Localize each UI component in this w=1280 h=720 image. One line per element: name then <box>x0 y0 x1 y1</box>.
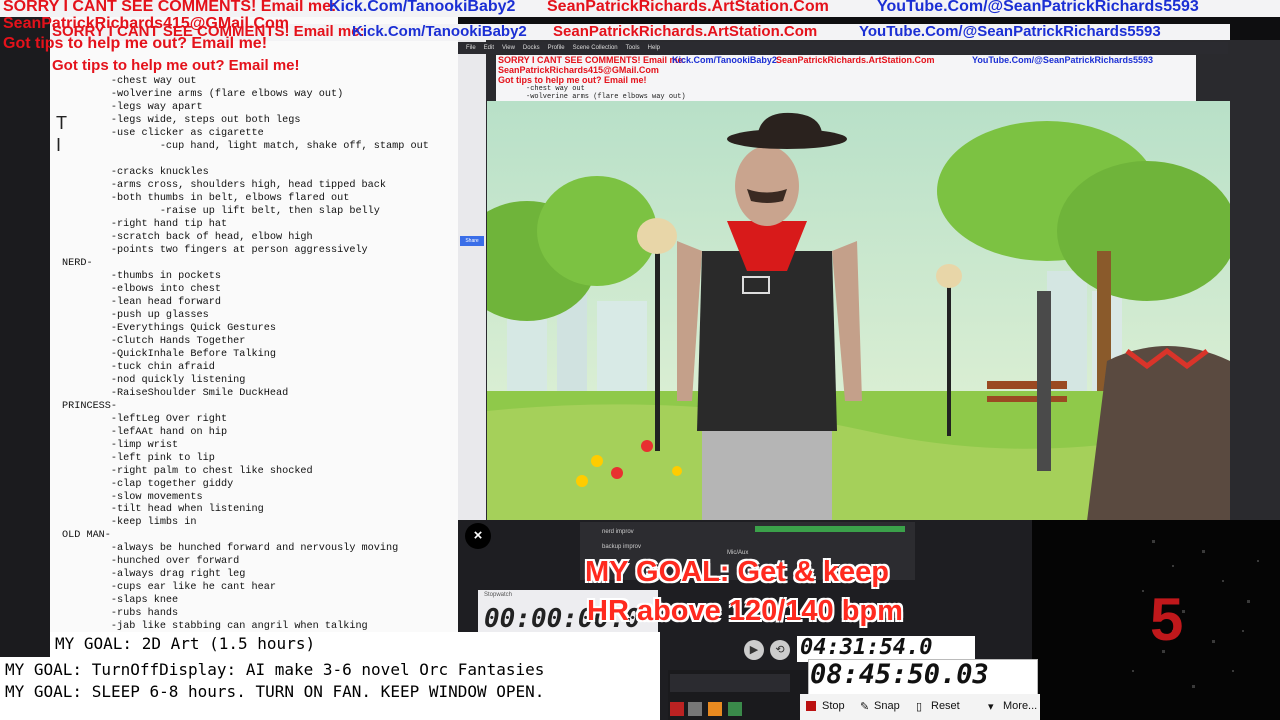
kick-link: Kick.Com/TanookiBaby2 <box>329 0 516 15</box>
source-item-nerd-improv: nerd improv <box>602 529 634 535</box>
goal-sleep: MY GOAL: SLEEP 6-8 hours. TURN ON FAN. K… <box>5 682 545 701</box>
chevron-down-icon: ▾ <box>988 701 994 713</box>
video-scene <box>487 101 1230 521</box>
source-item-backup-improv: backup improv <box>602 544 642 550</box>
email-text: SeanPatrickRichards415@GMail.Com <box>3 15 289 32</box>
nested-obs-menubar: File Edit View Docks Profile Scene Collection… <box>458 42 1228 54</box>
character-notes-text: -chest way out -wolverine arms (flare el… <box>62 76 429 633</box>
stop-icon <box>806 701 816 711</box>
artstation-link: SeanPatrickRichards.ArtStation.Com <box>547 0 829 15</box>
nested-sorry-text: SORRY I CANT SEE COMMENTS! Email me: <box>498 55 686 65</box>
app-icon-1[interactable] <box>670 702 684 716</box>
nested-menu-profile: Profile <box>547 45 565 51</box>
goal-orc-fantasies: MY GOAL: TurnOffDisplay: AI make 3-6 nov… <box>5 660 545 679</box>
restart-icon[interactable]: ⟲ <box>770 640 790 660</box>
nested-tips-text: Got tips to help me out? Email me! <box>498 75 647 85</box>
reset-icon: ▯ <box>916 701 923 713</box>
nested-kick-text: Kick.Com/TanookiBaby2 <box>672 55 777 65</box>
audio-meter <box>755 526 905 532</box>
nested-notes-line1: -chest way out <box>526 85 585 93</box>
sorry-no-comments-text: SORRY I CANT SEE COMMENTS! Email me: <box>3 0 337 15</box>
nested-notes-line2: -wolverine arms (flare elbows way out) <box>526 93 686 101</box>
youtube-link: YouTube.Com/@SeanPatrickRichards5593 <box>877 0 1199 15</box>
elapsed-timer: 04:31:54.0 <box>800 635 933 660</box>
close-button[interactable]: × <box>465 523 491 549</box>
nested-email-text: SeanPatrickRichards415@GMail.Com <box>498 65 659 75</box>
snap-button[interactable]: Snap <box>874 700 900 712</box>
goal-2d-art: MY GOAL: 2D Art (1.5 hours) <box>55 634 316 653</box>
kick-link-repeat: Kick.Com/TanookiBaby2 <box>352 23 527 40</box>
playback-controls[interactable]: ▶ ⟲ <box>744 640 794 662</box>
nested-menu-scene-collection: Scene Collection <box>572 45 618 51</box>
nested-youtube-text: YouTube.Com/@SeanPatrickRichards5593 <box>972 55 1154 65</box>
nested-banner: SORRY I CANT SEE COMMENTS! Email me: Kic… <box>496 55 1196 103</box>
left-dark-strip <box>0 0 50 720</box>
vlc-icon[interactable] <box>708 702 722 716</box>
nested-menu-view: View <box>502 45 515 51</box>
youtube-link-repeat: YouTube.Com/@SeanPatrickRichards5593 <box>859 23 1161 40</box>
tips-text-repeat: Got tips to help me out? Email me! <box>52 57 300 74</box>
capture-control-bar: Stop ✎ Snap ▯ Reset ▾ More... <box>800 694 1040 720</box>
reset-button[interactable]: Reset <box>931 700 960 712</box>
tips-text: Got tips to help me out? Email me! <box>3 35 268 52</box>
nested-menu-tools: Tools <box>625 45 640 51</box>
goals-left-strip <box>0 632 50 657</box>
app-icon-4[interactable] <box>728 702 742 716</box>
more-button[interactable]: More... <box>1003 700 1037 712</box>
nested-menu-docks: Docks <box>522 45 540 51</box>
app-icon-2[interactable] <box>688 702 702 716</box>
nested-browser-sidebar: Share <box>458 40 486 520</box>
nested-share-button: Share <box>460 236 484 246</box>
park-scene-illustration <box>487 101 1230 521</box>
nested-menu-help: Help <box>647 45 660 51</box>
artstation-link-repeat: SeanPatrickRichards.ArtStation.Com <box>553 23 818 40</box>
nested-menu-file: File <box>466 45 476 51</box>
nested-artstation-text: SeanPatrickRichards.ArtStation.Com <box>776 55 935 65</box>
snap-icon: ✎ <box>860 701 870 713</box>
taskbar-thumbnails <box>668 670 808 720</box>
thumbnail-preview <box>670 674 790 692</box>
stopwatch-title: Stopwatch <box>484 592 513 598</box>
heart-rate-digit: 5 <box>1150 586 1184 653</box>
heart-rate-goal-line2: HR above 120/140 bpm <box>587 595 903 627</box>
clock-timer: 08:45:50.03 <box>810 659 989 690</box>
heart-rate-goal-line1: MY GOAL: Get & keep <box>585 556 890 588</box>
play-icon[interactable]: ▶ <box>744 640 764 660</box>
nested-menu-edit: Edit <box>483 45 495 51</box>
stop-button[interactable]: Stop <box>822 700 845 712</box>
